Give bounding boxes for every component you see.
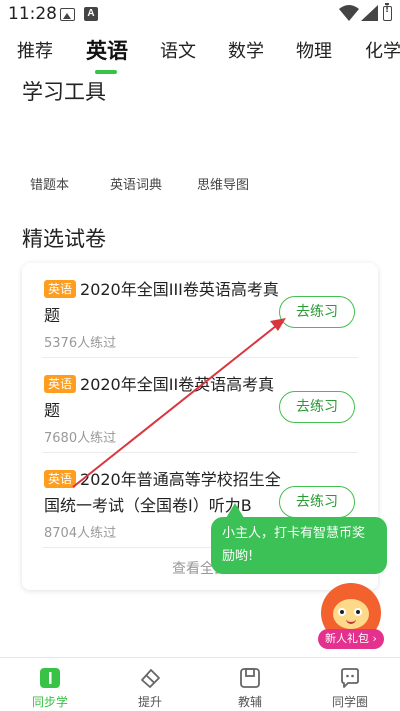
practice-count: 5376人练过 <box>44 336 117 351</box>
nav-label: 教辅 <box>237 695 262 709</box>
new-user-gift[interactable]: 新人礼包 › <box>318 583 384 653</box>
tooltip-tail <box>226 503 244 518</box>
paper-title: 英语 2020年全国II卷英语高考真题 <box>44 372 284 424</box>
nav-label: 同步学 <box>31 695 68 709</box>
subject-badge: 英语 <box>44 375 77 393</box>
book-icon <box>40 668 60 688</box>
status-time: 11:28 <box>8 4 57 24</box>
checkin-tooltip[interactable]: 小主人，打卡有智慧币奖励哟! <box>211 517 387 574</box>
paper-title: 英语 2020年全国III卷英语高考真题 <box>44 277 284 329</box>
signal-icon <box>361 5 378 21</box>
gift-label: 新人礼包 › <box>318 629 384 649</box>
tab-recommend[interactable]: 推荐 <box>17 37 53 63</box>
workbook-icon <box>240 668 260 688</box>
bottom-nav: 同步学 提升 教辅 同学圈 <box>0 657 400 711</box>
paper-title-text: 2020年全国II卷英语高考真题 <box>44 375 275 420</box>
battery-alert-icon <box>383 3 392 21</box>
wifi-icon <box>339 5 359 21</box>
tab-chinese[interactable]: 语文 <box>160 37 196 63</box>
study-tools-title: 学习工具 <box>22 80 106 104</box>
subject-badge: 英语 <box>44 470 77 488</box>
papers-title: 精选试卷 <box>22 227 106 251</box>
tool-mind-map[interactable]: 思维导图 <box>197 174 249 193</box>
nav-improve[interactable]: 提升 <box>110 658 190 711</box>
eraser-icon <box>141 669 160 688</box>
tool-english-dictionary[interactable]: 英语词典 <box>110 174 162 193</box>
practice-button[interactable]: 去练习 <box>279 391 355 423</box>
nav-tutoring[interactable]: 教辅 <box>210 658 290 711</box>
paper-title-text: 2020年普通高等学校招生全国统一考试（全国卷I）听力B <box>44 470 281 515</box>
subject-badge: 英语 <box>44 280 77 298</box>
tab-english[interactable]: 英语 <box>86 35 128 65</box>
tab-physics[interactable]: 物理 <box>296 37 332 63</box>
chat-icon <box>341 668 359 688</box>
subject-tabs: 推荐 英语 语文 数学 物理 化学 <box>0 30 400 75</box>
paper-title: 英语 2020年普通高等学校招生全国统一考试（全国卷I）听力B <box>44 467 294 519</box>
nav-label: 提升 <box>137 695 162 709</box>
tool-mistake-book[interactable]: 错题本 <box>30 174 69 193</box>
status-bar: 11:28 A <box>0 0 400 30</box>
practice-count: 8704人练过 <box>44 526 117 541</box>
nav-label: 同学圈 <box>331 695 368 709</box>
nav-sync-study[interactable]: 同步学 <box>10 658 90 711</box>
image-icon <box>60 8 75 21</box>
a-icon: A <box>84 7 98 21</box>
nav-classmates[interactable]: 同学圈 <box>310 658 390 711</box>
paper-title-text: 2020年全国III卷英语高考真题 <box>44 280 279 325</box>
practice-button[interactable]: 去练习 <box>279 296 355 328</box>
paper-item[interactable]: 英语 2020年全国III卷英语高考真题 5376人练过 去练习 <box>22 263 378 358</box>
paper-item[interactable]: 英语 2020年全国II卷英语高考真题 7680人练过 去练习 <box>22 358 378 453</box>
tab-chemistry[interactable]: 化学 <box>365 37 400 63</box>
tab-indicator <box>95 70 117 74</box>
tab-math[interactable]: 数学 <box>228 37 264 63</box>
practice-button[interactable]: 去练习 <box>279 486 355 518</box>
practice-count: 7680人练过 <box>44 431 117 446</box>
